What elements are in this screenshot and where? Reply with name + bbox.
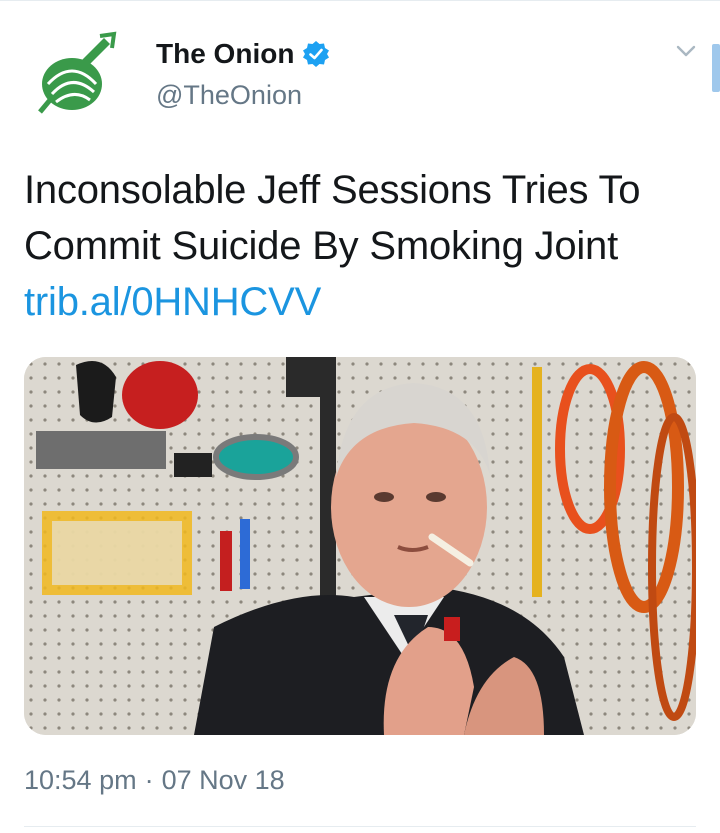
onion-logo-icon[interactable]	[26, 28, 122, 124]
tweet-link[interactable]: trib.al/0HNHCVV	[24, 280, 321, 324]
bottom-divider	[24, 826, 696, 827]
timestamp-separator: ·	[144, 765, 154, 795]
author-name[interactable]: The Onion	[156, 38, 294, 70]
verified-badge-icon	[302, 40, 330, 68]
tweet-timestamp[interactable]: 10:54 pm · 07 Nov 18	[24, 765, 285, 796]
scrollbar-thumb[interactable]	[712, 44, 720, 92]
tweet-photo[interactable]	[24, 357, 696, 735]
top-divider	[0, 0, 720, 1]
author-handle[interactable]: @TheOnion	[156, 80, 302, 111]
tweet-time: 10:54 pm	[24, 765, 137, 795]
tweet-text: Inconsolable Jeff Sessions Tries To Comm…	[24, 162, 704, 330]
tweet-headline: Inconsolable Jeff Sessions Tries To Comm…	[24, 168, 641, 268]
chevron-down-icon[interactable]	[676, 44, 696, 58]
tweet-date: 07 Nov 18	[161, 765, 285, 795]
author-name-row[interactable]: The Onion	[156, 38, 330, 70]
